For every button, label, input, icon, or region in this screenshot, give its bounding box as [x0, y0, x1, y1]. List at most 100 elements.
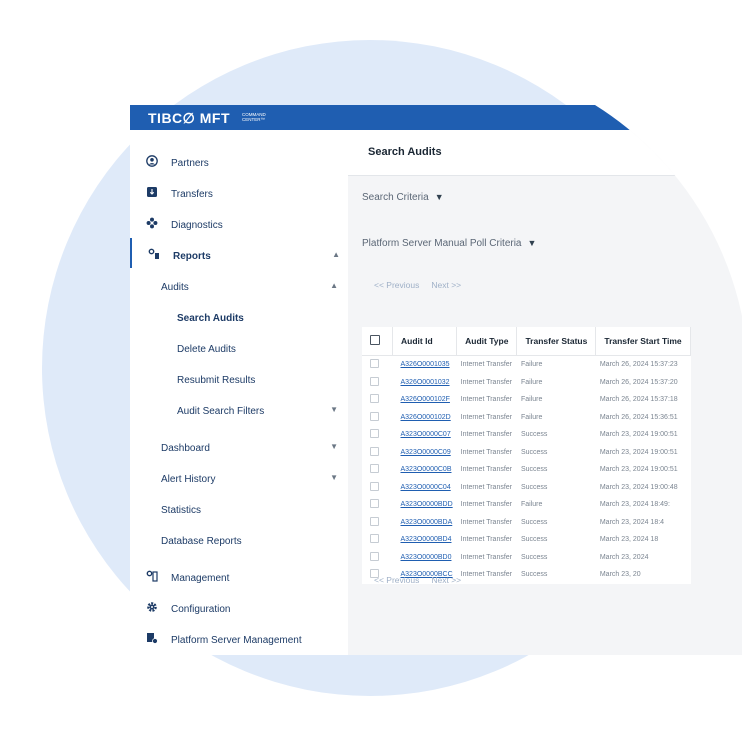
table-row[interactable]: A326O0001035 Internet Transfer Failure Marc…	[362, 356, 690, 374]
table-row[interactable]: A323O0000BD4 Internet Transfer Success Marc…	[362, 531, 690, 549]
sidebar-item-label: Configuration	[171, 604, 231, 615]
next-link[interactable]: Next >>	[431, 280, 461, 290]
audit-id-link[interactable]: A323O0000C04	[393, 479, 457, 497]
row-checkbox[interactable]	[370, 534, 379, 543]
audit-id-link[interactable]: A323O0000BDD	[393, 496, 457, 514]
audit-id-link[interactable]: A326O0001032	[393, 374, 457, 392]
row-checkbox[interactable]	[370, 429, 379, 438]
row-checkbox-cell[interactable]	[362, 496, 393, 514]
reports-gear-icon	[148, 248, 160, 260]
next-link[interactable]: Next >>	[431, 575, 461, 585]
table-row[interactable]: A326O0001032 Internet Transfer Failure Marc…	[362, 374, 690, 392]
table-row[interactable]: A323O0000C04 Internet Transfer Success Marc…	[362, 479, 690, 497]
row-checkbox-cell[interactable]	[362, 356, 393, 374]
row-checkbox[interactable]	[370, 482, 379, 491]
audit-type-cell: Internet Transfer	[460, 396, 513, 404]
transfer-status-cell: Failure	[520, 378, 543, 386]
table-header-row: Audit Id Audit Type Transfer Status Tran…	[362, 327, 690, 356]
chevron-down-icon[interactable]: ▼	[330, 405, 338, 414]
previous-link[interactable]: << Previous	[374, 575, 419, 585]
poll-criteria-toggle[interactable]: Platform Server Manual Poll Criteria ▼	[362, 238, 536, 249]
diagnostics-icon	[146, 217, 158, 229]
row-checkbox[interactable]	[370, 447, 379, 456]
row-checkbox-cell[interactable]	[362, 426, 393, 444]
transfer-start-time-cell: March 23, 2024 18	[599, 536, 659, 544]
row-checkbox[interactable]	[370, 377, 379, 386]
sidebar-item-resubmit-results[interactable]: Resubmit Results	[130, 362, 348, 392]
sidebar-item-audits[interactable]: Audits ▲	[130, 269, 348, 299]
row-checkbox-cell[interactable]	[362, 549, 393, 567]
select-all-checkbox-cell[interactable]	[362, 327, 393, 356]
sidebar-item-partners[interactable]: Partners	[130, 145, 348, 175]
col-audit-type[interactable]: Audit Type	[457, 327, 517, 356]
sidebar-item-delete-audits[interactable]: Delete Audits	[130, 331, 348, 361]
row-checkbox-cell[interactable]	[362, 444, 393, 462]
chevron-down-icon[interactable]: ▼	[330, 442, 338, 451]
table-row[interactable]: A323O0000C09 Internet Transfer Success Marc…	[362, 444, 690, 462]
table-row[interactable]: A326O000102F Internet Transfer Failure Marc…	[362, 391, 690, 409]
sidebar-item-audit-search-filters[interactable]: Audit Search Filters ▼	[130, 393, 348, 423]
sidebar-item-label: Dashboard	[161, 443, 210, 454]
sidebar-item-transfers[interactable]: Transfers	[130, 176, 348, 206]
sidebar-item-label: Audits	[161, 282, 189, 293]
row-checkbox[interactable]	[370, 499, 379, 508]
col-transfer-start-time[interactable]: Transfer Start Time	[596, 327, 690, 356]
audit-id-link[interactable]: A326O0001035	[393, 356, 457, 374]
chevron-up-icon[interactable]: ▲	[332, 250, 340, 259]
transfer-start-time-cell: March 23, 2024 19:00:51	[599, 431, 678, 439]
audit-id-link[interactable]: A326O000102D	[393, 409, 457, 427]
row-checkbox[interactable]	[370, 394, 379, 403]
pager-bottom: << Previous Next >>	[374, 575, 473, 585]
sidebar-item-label: Alert History	[161, 474, 216, 485]
sidebar-item-platform-server-management[interactable]: Platform Server Management	[130, 622, 348, 652]
row-checkbox-cell[interactable]	[362, 409, 393, 427]
table-row[interactable]: A323O0000C0B Internet Transfer Success Marc…	[362, 461, 690, 479]
row-checkbox-cell[interactable]	[362, 461, 393, 479]
sidebar-item-database-reports[interactable]: Database Reports	[130, 523, 348, 553]
audit-id-link[interactable]: A323O0000BD4	[393, 531, 457, 549]
chevron-down-icon[interactable]: ▼	[330, 473, 338, 482]
row-checkbox-cell[interactable]	[362, 391, 393, 409]
transfer-status-cell: Success	[520, 518, 548, 526]
table-row[interactable]: A323O0000BDD Internet Transfer Failure Marc…	[362, 496, 690, 514]
col-audit-id[interactable]: Audit Id	[393, 327, 457, 356]
row-checkbox[interactable]	[370, 412, 379, 421]
audit-id-link[interactable]: A323O0000BDA	[393, 514, 457, 532]
sidebar-item-reports[interactable]: Reports ▲	[130, 238, 350, 268]
sidebar-item-label: Partners	[171, 158, 209, 169]
row-checkbox-cell[interactable]	[362, 374, 393, 392]
table-row[interactable]: A326O000102D Internet Transfer Failure Marc…	[362, 409, 690, 427]
transfer-status-cell: Failure	[520, 413, 543, 421]
table-row[interactable]: A323O0000BD0 Internet Transfer Success Marc…	[362, 549, 690, 567]
audit-id-link[interactable]: A323O0000C0B	[393, 461, 457, 479]
row-checkbox-cell[interactable]	[362, 514, 393, 532]
row-checkbox[interactable]	[370, 359, 379, 368]
row-checkbox[interactable]	[370, 517, 379, 526]
chevron-up-icon[interactable]: ▲	[330, 281, 338, 290]
row-checkbox-cell[interactable]	[362, 531, 393, 549]
sidebar-item-diagnostics[interactable]: Diagnostics	[130, 207, 348, 237]
sidebar-item-configuration[interactable]: Configuration	[130, 591, 348, 621]
audit-id-link[interactable]: A326O000102F	[393, 391, 457, 409]
select-all-checkbox[interactable]	[370, 335, 380, 345]
audit-id-link[interactable]: A323O0000C07	[393, 426, 457, 444]
row-checkbox[interactable]	[370, 464, 379, 473]
sidebar-item-statistics[interactable]: Statistics	[130, 492, 348, 522]
audit-type-cell: Internet Transfer	[460, 448, 513, 456]
row-checkbox[interactable]	[370, 552, 379, 561]
sidebar-item-management[interactable]: Management	[130, 560, 348, 590]
row-checkbox-cell[interactable]	[362, 479, 393, 497]
search-criteria-toggle[interactable]: Search Criteria ▼	[362, 192, 444, 203]
previous-link[interactable]: << Previous	[374, 280, 419, 290]
table-row[interactable]: A323O0000C07 Internet Transfer Success Marc…	[362, 426, 690, 444]
col-transfer-status[interactable]: Transfer Status	[517, 327, 596, 356]
audit-type-cell: Internet Transfer	[460, 501, 513, 509]
sidebar-item-dashboard[interactable]: Dashboard ▼	[130, 430, 348, 460]
table-row[interactable]: A323O0000BDA Internet Transfer Success Marc…	[362, 514, 690, 532]
sidebar-item-search-audits[interactable]: Search Audits	[130, 300, 348, 330]
caret-down-icon: ▼	[527, 238, 537, 248]
audit-id-link[interactable]: A323O0000BD0	[393, 549, 457, 567]
gear-icon	[146, 601, 158, 613]
sidebar-item-alert-history[interactable]: Alert History ▼	[130, 461, 348, 491]
audit-id-link[interactable]: A323O0000C09	[393, 444, 457, 462]
